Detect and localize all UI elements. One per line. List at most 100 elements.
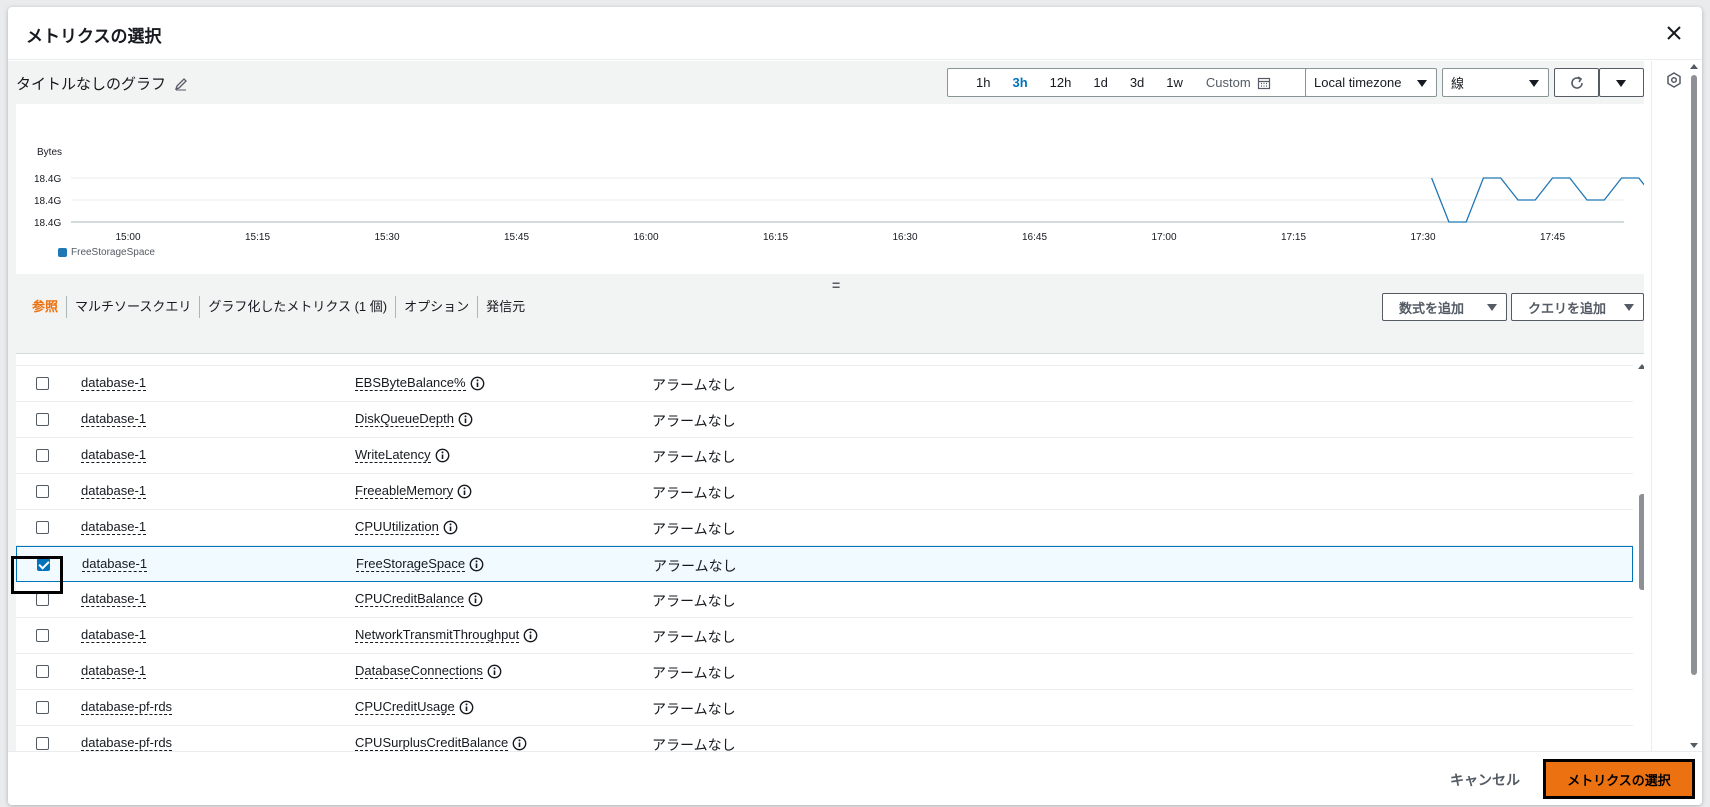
x-tick-label: 16:15 [763, 232, 788, 243]
table-row[interactable]: database-1 FreeStorageSpace アラームなし [16, 546, 1633, 582]
right-rail [1651, 61, 1702, 751]
refresh-options-button[interactable] [1599, 68, 1644, 97]
info-icon[interactable] [458, 412, 473, 427]
refresh-button[interactable] [1554, 68, 1599, 97]
info-icon[interactable] [487, 664, 502, 679]
table-row[interactable]: database-1 DiskQueueDepth アラームなし [16, 402, 1633, 438]
instance-name[interactable]: database-1 [81, 484, 147, 499]
alarm-status: アラームなし [652, 449, 736, 465]
row-checkbox[interactable] [36, 665, 49, 678]
select-metrics-button[interactable]: メトリクスの選択 [1543, 759, 1695, 799]
time-12h[interactable]: 12h [1039, 75, 1083, 90]
alarm-status: アラームなし [653, 558, 737, 574]
row-checkbox[interactable] [36, 485, 49, 498]
instance-name[interactable]: database-pf-rds [81, 736, 173, 751]
table-row[interactable]: database-1 EBSByteBalance% アラームなし [16, 366, 1633, 402]
table-row[interactable]: database-1 DatabaseConnections アラームなし [16, 654, 1633, 690]
metric-name[interactable]: FreeableMemory [355, 484, 454, 499]
add-formula-button[interactable]: 数式を追加 [1382, 293, 1507, 321]
metric-name[interactable]: EBSByteBalance% [355, 376, 466, 391]
table-row[interactable]: database-1 FreeableMemory アラームなし [16, 474, 1633, 510]
tab-browse[interactable]: 参照 [24, 295, 68, 318]
alarm-status: アラームなし [652, 737, 736, 751]
graph-type-select[interactable]: 線 [1442, 68, 1549, 97]
row-checkbox[interactable] [36, 593, 49, 606]
y-tick-label: 18.4G [34, 218, 61, 229]
metric-name[interactable]: FreeStorageSpace [356, 557, 466, 572]
metric-name[interactable]: CPUCreditUsage [355, 700, 455, 715]
table-row[interactable]: database-pf-rds CPUSurplusCreditBalance アラ… [16, 726, 1633, 751]
scroll-down-icon[interactable] [1690, 743, 1698, 748]
instance-name[interactable]: database-1 [81, 376, 147, 391]
cancel-button[interactable]: キャンセル [1450, 770, 1520, 790]
row-checkbox[interactable] [36, 413, 49, 426]
add-formula-label: 数式を追加 [1399, 300, 1465, 316]
time-1h[interactable]: 1h [948, 75, 1001, 90]
info-icon[interactable] [435, 448, 450, 463]
instance-name[interactable]: database-1 [81, 412, 147, 427]
info-icon[interactable] [468, 592, 483, 607]
row-checkbox[interactable] [36, 449, 49, 462]
scroll-up-icon[interactable] [1690, 64, 1698, 69]
time-1w[interactable]: 1w [1155, 75, 1194, 90]
chart-area: Bytes 18.4G 18.4G 18.4G 15:00 15:15 15:30 15:… [16, 104, 1644, 274]
chevron-down-icon [1417, 80, 1427, 87]
settings-hex-icon[interactable] [1665, 71, 1683, 89]
row-checkbox[interactable] [36, 521, 49, 534]
x-tick-label: 17:00 [1151, 232, 1176, 243]
info-icon[interactable] [459, 700, 474, 715]
add-query-button[interactable]: クエリを追加 [1511, 293, 1644, 321]
metric-name[interactable]: NetworkTransmitThroughput [355, 628, 520, 643]
page-scrollbar[interactable] [1688, 61, 1700, 751]
metric-name[interactable]: CPUUtilization [355, 520, 439, 535]
table-row[interactable]: database-pf-rds CPUCreditUsage アラームなし [16, 690, 1633, 726]
chevron-down-icon [1529, 80, 1539, 87]
info-icon[interactable] [457, 484, 472, 499]
tab-options[interactable]: オプション [396, 295, 479, 318]
metric-name-cell: DatabaseConnections [355, 664, 502, 679]
page-scroll-thumb[interactable] [1691, 75, 1697, 675]
timezone-select[interactable]: Local timezone [1305, 68, 1437, 97]
info-icon[interactable] [470, 376, 485, 391]
time-3d[interactable]: 3d [1119, 75, 1155, 90]
info-icon[interactable] [443, 520, 458, 535]
chevron-down-icon [1616, 80, 1626, 87]
row-checkbox[interactable] [36, 629, 49, 642]
instance-name[interactable]: database-1 [81, 628, 147, 643]
metric-name[interactable]: WriteLatency [355, 448, 431, 463]
instance-name[interactable]: database-1 [81, 520, 147, 535]
tab-multi-source-query[interactable]: マルチソースクエリ [67, 295, 201, 318]
instance-name[interactable]: database-1 [81, 592, 147, 607]
metric-name[interactable]: DiskQueueDepth [355, 412, 454, 427]
tab-graphed-metrics[interactable]: グラフ化したメトリクス (1 個) [200, 295, 397, 318]
table-row[interactable]: database-1 CPUUtilization アラームなし [16, 510, 1633, 546]
instance-name[interactable]: database-1 [81, 448, 147, 463]
close-icon[interactable] [1662, 21, 1686, 45]
row-checkbox[interactable] [36, 377, 49, 390]
chart-legend[interactable]: FreeStorageSpace [58, 247, 155, 258]
scroll-up-icon[interactable] [1638, 364, 1644, 369]
row-checkbox[interactable] [36, 737, 49, 750]
table-scrollbar[interactable] [1638, 364, 1644, 744]
tab-source[interactable]: 発信元 [478, 296, 533, 318]
metric-name[interactable]: CPUCreditBalance [355, 592, 465, 607]
graph-title[interactable]: タイトルなしのグラフ [16, 73, 188, 94]
info-icon[interactable] [523, 628, 538, 643]
table-scroll-thumb[interactable] [1639, 494, 1644, 590]
metric-name[interactable]: CPUSurplusCreditBalance [355, 736, 509, 751]
row-checkbox[interactable] [36, 701, 49, 714]
metric-name-cell: WriteLatency [355, 448, 450, 463]
time-custom[interactable]: Custom [1194, 75, 1279, 90]
instance-name[interactable]: database-1 [82, 557, 148, 572]
time-1d[interactable]: 1d [1082, 75, 1118, 90]
time-3h[interactable]: 3h [1001, 75, 1038, 90]
table-row[interactable]: database-1 CPUCreditBalance アラームなし [16, 582, 1633, 618]
instance-name[interactable]: database-pf-rds [81, 700, 173, 715]
info-icon[interactable] [512, 736, 527, 751]
table-row[interactable]: database-1 NetworkTransmitThroughput アラームな… [16, 618, 1633, 654]
pencil-icon[interactable] [174, 77, 188, 91]
instance-name[interactable]: database-1 [81, 664, 147, 679]
metric-name[interactable]: DatabaseConnections [355, 664, 483, 679]
table-row[interactable]: database-1 WriteLatency アラームなし [16, 438, 1633, 474]
info-icon[interactable] [469, 557, 484, 572]
